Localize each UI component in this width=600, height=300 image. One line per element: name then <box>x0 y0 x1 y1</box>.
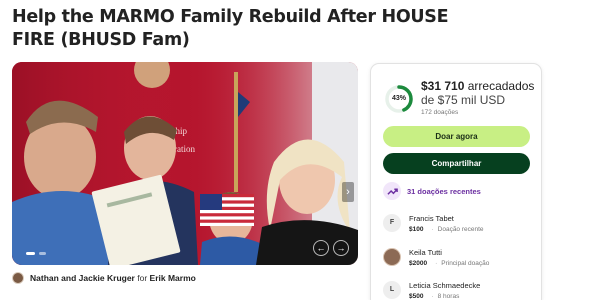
organizer-names-text: Nathan and Jackie Kruger for Erik Marmo <box>30 273 196 283</box>
trending-up-icon <box>383 182 401 200</box>
donation-card: 43% $31 710 arrecadados de $75 mil USD 1… <box>370 63 542 300</box>
share-button[interactable]: Compartilhar <box>383 153 530 174</box>
campaign-photo[interactable]: ship igration › ← → <box>12 62 358 265</box>
donation-count: 172 doações <box>421 109 459 116</box>
goal-amount: de $75 mil USD <box>421 93 506 107</box>
organizer-for-word: for <box>137 273 148 283</box>
donor-amount: $2000 <box>409 260 428 267</box>
donate-now-button[interactable]: Doar agora <box>383 126 530 147</box>
recent-donations-link[interactable]: 31 doações recentes <box>383 182 481 200</box>
gallery-dot[interactable] <box>39 252 46 255</box>
organizer-name[interactable]: Nathan and Jackie Kruger <box>30 273 135 283</box>
recent-donations-label: 31 doações recentes <box>407 186 481 196</box>
donor-item: F Francis Tabet $100 · Doação recente <box>383 214 484 235</box>
donor-avatar: L <box>383 281 401 299</box>
donor-note: Principal doação <box>441 260 490 267</box>
gallery-prev-button[interactable]: ← <box>313 240 329 256</box>
raised-amount-line: $31 710 arrecadados <box>421 79 539 94</box>
organizer-line: Nathan and Jackie Kruger for Erik Marmo <box>12 272 196 284</box>
donor-name: Keila Tutti <box>409 248 442 257</box>
donor-amount: $100 <box>409 226 424 233</box>
gallery-next-button[interactable]: → <box>333 240 349 256</box>
progress-percent: 43% <box>391 95 406 102</box>
donor-note: Doação recente <box>437 226 484 233</box>
donor-name: Francis Tabet <box>409 214 454 223</box>
campaign-title: Help the MARMO Family Rebuild After HOUS… <box>12 7 449 50</box>
organizer-avatar[interactable] <box>12 272 24 284</box>
donor-item: Keila Tutti $2000 · Principal doação <box>383 248 489 269</box>
family-photo-illustration: ship igration <box>12 62 358 265</box>
raised-suffix: arrecadados <box>464 79 535 93</box>
donor-name: Leticia Schmaedecke <box>409 281 481 290</box>
donor-avatar: F <box>383 214 401 232</box>
donor-note: 8 horas <box>437 293 460 300</box>
gallery-edge-next-icon[interactable]: › <box>342 182 354 202</box>
donor-amount: $500 <box>409 293 424 300</box>
donor-item: L Leticia Schmaedecke $500 · 8 horas <box>383 281 480 300</box>
progress-ring: 43% <box>384 84 414 114</box>
raised-amount: $31 710 <box>421 79 465 93</box>
gallery-dots <box>26 252 46 255</box>
gallery-dot[interactable] <box>26 252 35 255</box>
beneficiary-name[interactable]: Erik Marmo <box>150 273 196 283</box>
donor-avatar-photo <box>383 248 401 266</box>
